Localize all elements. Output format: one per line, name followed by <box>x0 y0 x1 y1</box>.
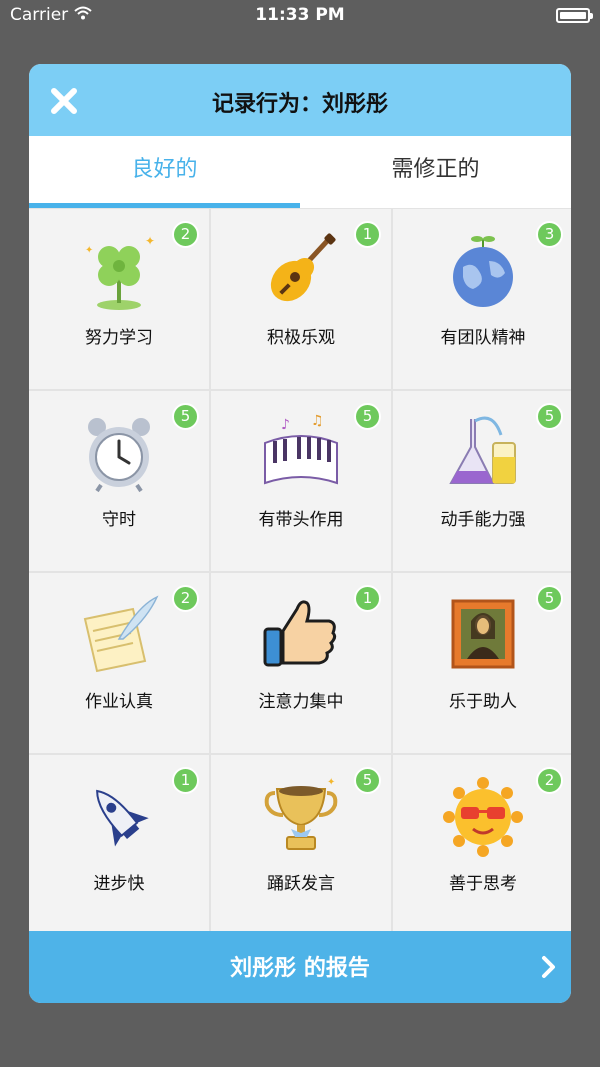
behavior-item-leading-role[interactable]: ♪ ♫ 有带头作用 5 <box>211 391 391 571</box>
behavior-label: 守时 <box>102 510 136 530</box>
behavior-label: 努力学习 <box>85 328 153 348</box>
chevron-right-icon <box>542 956 555 978</box>
behavior-label: 有团队精神 <box>440 328 526 348</box>
svg-text:✦: ✦ <box>327 777 335 788</box>
behavior-item-speak-up[interactable]: ✦ 踊跃发言 5 <box>211 755 391 935</box>
alarm-clock-icon <box>88 418 150 493</box>
tab-needs-correction[interactable]: 需修正的 <box>300 136 571 208</box>
behavior-item-punctual[interactable]: 守时 5 <box>29 391 209 571</box>
behavior-item-positive[interactable]: 积极乐观 1 <box>211 209 391 389</box>
dialog-title: 记录行为：刘彤彤 <box>211 92 388 117</box>
record-behavior-dialog: 记录行为：刘彤彤 良好的 需修正的 ✦ ✦ 努力学习 2 积极乐观 1 有团队精… <box>29 64 571 1003</box>
svg-text:♫: ♫ <box>311 413 324 429</box>
count-badge: 3 <box>536 221 563 248</box>
count-badge: 5 <box>536 585 563 612</box>
count-badge: 5 <box>354 767 381 794</box>
svg-text:♪: ♪ <box>281 417 290 433</box>
count-badge: 2 <box>536 767 563 794</box>
thumbs-up-icon <box>263 600 337 667</box>
behavior-item-team-spirit[interactable]: 有团队精神 3 <box>393 209 571 389</box>
sun-icon <box>443 777 523 857</box>
count-badge: 2 <box>172 585 199 612</box>
battery-icon <box>556 8 593 23</box>
behavior-label: 进步快 <box>93 874 145 894</box>
trophy-icon: ✦ <box>264 777 338 850</box>
count-badge: 1 <box>172 767 199 794</box>
guitar-icon <box>270 233 336 302</box>
behavior-item-thinker[interactable]: 善于思考 2 <box>393 755 571 935</box>
count-badge: 5 <box>172 403 199 430</box>
behavior-label: 善于思考 <box>449 874 517 894</box>
behavior-label: 踊跃发言 <box>267 874 335 894</box>
behavior-label: 有带头作用 <box>258 510 344 530</box>
behavior-item-study-hard[interactable]: ✦ ✦ 努力学习 2 <box>29 209 209 389</box>
mona-lisa-icon <box>451 599 515 669</box>
behavior-item-homework[interactable]: 作业认真 2 <box>29 573 209 753</box>
svg-text:✦: ✦ <box>85 245 93 256</box>
rocket-icon <box>96 789 149 847</box>
count-badge: 1 <box>354 585 381 612</box>
report-label: 刘彤彤 的报告 <box>230 956 370 981</box>
paper-quill-icon <box>83 595 159 673</box>
count-badge: 5 <box>354 403 381 430</box>
behavior-label: 注意力集中 <box>258 692 344 712</box>
view-report-button[interactable]: 刘彤彤 的报告 <box>29 931 571 1003</box>
clover-icon: ✦ ✦ <box>85 234 155 310</box>
status-time: 11:33 PM <box>255 5 345 25</box>
count-badge: 5 <box>536 403 563 430</box>
piano-icon: ♪ ♫ <box>264 413 338 485</box>
count-badge: 2 <box>172 221 199 248</box>
behavior-label: 积极乐观 <box>267 328 335 348</box>
behavior-grid: ✦ ✦ 努力学习 2 积极乐观 1 有团队精神 3 守时 5 ♪ ♫ 有带头作用… <box>29 208 571 935</box>
svg-text:✦: ✦ <box>145 234 155 248</box>
count-badge: 1 <box>354 221 381 248</box>
behavior-item-hands-on[interactable]: 动手能力强 5 <box>393 391 571 571</box>
active-tab-indicator <box>29 203 300 208</box>
tab-bar: 良好的 需修正的 <box>29 136 571 208</box>
status-bar: Carrier 11:33 PM <box>0 0 600 32</box>
behavior-label: 动手能力强 <box>440 510 526 530</box>
lab-flask-icon <box>449 416 516 484</box>
behavior-item-fast-progress[interactable]: 进步快 1 <box>29 755 209 935</box>
tab-good[interactable]: 良好的 <box>29 136 300 208</box>
behavior-item-focused[interactable]: 注意力集中 1 <box>211 573 391 753</box>
behavior-item-helpful[interactable]: 乐于助人 5 <box>393 573 571 753</box>
globe-icon <box>453 236 513 307</box>
dialog-header: 记录行为：刘彤彤 <box>29 64 571 136</box>
behavior-label: 作业认真 <box>85 692 153 712</box>
behavior-label: 乐于助人 <box>449 692 517 712</box>
